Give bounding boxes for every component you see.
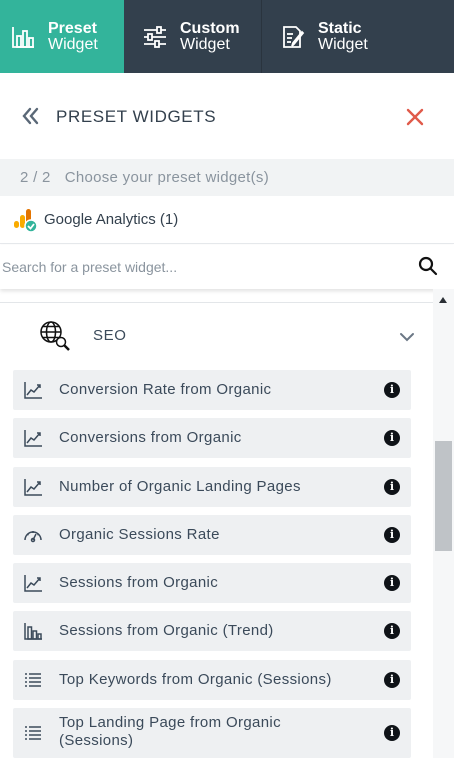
scroll-up-arrow-icon[interactable] — [439, 297, 447, 303]
info-icon[interactable]: i — [384, 527, 400, 543]
widget-item-sessions-rate[interactable]: Organic Sessions Rate i — [13, 515, 411, 555]
list-icon — [23, 723, 43, 743]
info-icon[interactable]: i — [384, 672, 400, 688]
widget-item-label: Top Landing Page from Organic (Sessions) — [59, 714, 281, 749]
line-chart-icon — [23, 380, 43, 400]
sliders-icon — [140, 22, 170, 52]
tab-preset-label: Preset Widget — [48, 19, 98, 53]
gauge-icon — [23, 525, 43, 545]
widget-item-conversions[interactable]: Conversions from Organic i — [13, 418, 411, 458]
seo-globe-icon — [38, 319, 72, 353]
close-icon[interactable] — [404, 106, 426, 128]
widget-item-label: Top Keywords from Organic (Sessions) — [59, 671, 332, 688]
info-icon[interactable]: i — [384, 623, 400, 639]
chevron-down-icon[interactable] — [398, 328, 416, 346]
tab-static-line2: Widget — [318, 35, 368, 53]
tab-static-line1: Static — [318, 19, 362, 37]
scrollbar[interactable] — [433, 289, 454, 758]
widget-item-label: Sessions from Organic — [59, 574, 219, 591]
scrollbar-thumb[interactable] — [435, 441, 452, 551]
line-chart-icon — [23, 428, 43, 448]
info-icon[interactable]: i — [384, 430, 400, 446]
step-text: Choose your preset widget(s) — [64, 169, 270, 186]
data-source-row[interactable]: Google Analytics (1) — [0, 196, 454, 244]
category-label: SEO — [93, 327, 127, 344]
google-analytics-icon — [12, 207, 38, 233]
tab-custom-line2: Widget — [180, 35, 230, 53]
step-indicator: 2 / 2 Choose your preset widget(s) — [0, 159, 454, 196]
widget-item-label: Sessions from Organic (Trend) — [59, 622, 274, 639]
tab-preset-line2: Widget — [48, 35, 98, 53]
widget-item-label: Conversions from Organic — [59, 429, 242, 446]
info-icon[interactable]: i — [384, 725, 400, 741]
bar-chart-icon — [8, 22, 38, 52]
widget-item-sessions-trend[interactable]: Sessions from Organic (Trend) i — [13, 611, 411, 651]
category-seo[interactable]: SEO — [0, 303, 433, 369]
widget-item-top-landing-page[interactable]: Top Landing Page from Organic (Sessions)… — [13, 708, 411, 758]
tab-static-widget[interactable]: Static Widget — [262, 0, 454, 73]
panel-header: PRESET WIDGETS — [0, 73, 454, 159]
widget-item-conversion-rate[interactable]: Conversion Rate from Organic i — [13, 370, 411, 410]
search-icon[interactable] — [417, 255, 439, 277]
edit-note-icon — [278, 22, 308, 52]
tab-custom-widget[interactable]: Custom Widget — [124, 0, 262, 73]
search-bar — [0, 245, 454, 289]
line-chart-icon — [23, 477, 43, 497]
widget-item-label: Organic Sessions Rate — [59, 526, 220, 543]
widget-item-sessions[interactable]: Sessions from Organic i — [13, 563, 411, 603]
widget-item-landing-pages[interactable]: Number of Organic Landing Pages i — [13, 467, 411, 507]
list-icon — [23, 670, 43, 690]
page-title: PRESET WIDGETS — [56, 107, 217, 126]
tab-custom-line1: Custom — [180, 19, 240, 37]
double-chevron-left-icon[interactable] — [20, 105, 42, 127]
info-icon[interactable]: i — [384, 479, 400, 495]
tab-preset-widget[interactable]: Preset Widget — [0, 0, 124, 73]
step-count: 2 / 2 — [20, 169, 51, 186]
search-input[interactable] — [0, 247, 400, 287]
bar-chart-icon — [23, 621, 43, 641]
tab-preset-line1: Preset — [48, 19, 97, 37]
widget-type-tabs: Preset Widget Custom Widget Static Widge… — [0, 0, 454, 73]
widget-item-top-keywords[interactable]: Top Keywords from Organic (Sessions) i — [13, 660, 411, 700]
widget-item-label: Conversion Rate from Organic — [59, 381, 272, 398]
info-icon[interactable]: i — [384, 575, 400, 591]
source-label: Google Analytics (1) — [44, 211, 179, 228]
info-icon[interactable]: i — [384, 382, 400, 398]
widget-item-label: Number of Organic Landing Pages — [59, 478, 301, 495]
tab-custom-label: Custom Widget — [180, 19, 240, 53]
line-chart-icon — [23, 573, 43, 593]
widget-list: SEO Conversion Rate from Organic i Conve… — [0, 289, 454, 758]
tab-static-label: Static Widget — [318, 19, 368, 53]
